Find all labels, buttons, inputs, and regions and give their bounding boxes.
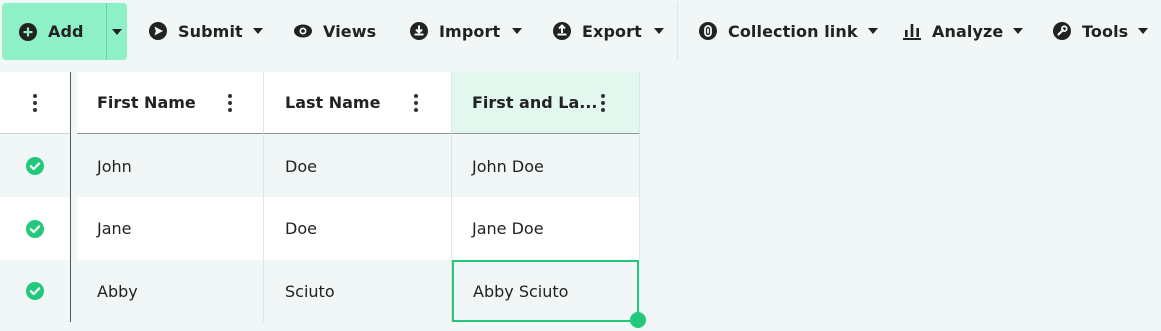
collection-link-label: Collection link [728,21,858,41]
check-circle-icon [25,156,45,176]
link-icon [698,21,718,41]
column-header-first-and-last[interactable]: First and La... [452,72,640,134]
chevron-down-icon [112,28,122,35]
toolbar: Add Submit Views Import Export Collectio… [0,0,1161,62]
check-circle-icon [25,219,45,239]
send-icon [148,21,168,41]
table-cell[interactable]: Doe [264,197,452,260]
column-header-label: First Name [97,93,196,112]
chevron-down-icon [653,28,664,34]
more-vertical-icon [33,93,37,112]
plus-circle-icon [18,22,38,42]
column-header-label: First and La... [472,93,598,112]
eye-icon [293,21,313,41]
more-vertical-icon[interactable] [601,93,605,112]
cell-value: Jane Doe [472,219,544,238]
views-button[interactable]: Views [293,15,376,47]
import-button[interactable]: Import [409,15,523,47]
row-status [0,135,70,197]
add-dropdown-button[interactable] [107,28,127,35]
chevron-down-icon [1013,28,1024,34]
cell-value: Doe [285,156,317,176]
chevron-down-icon [1138,28,1149,34]
export-icon [552,21,572,41]
fill-handle[interactable] [630,312,646,328]
tools-label: Tools [1082,21,1129,41]
table-cell[interactable]: Sciuto [264,260,452,322]
export-label: Export [582,21,642,41]
add-button[interactable]: Add [2,3,92,60]
table-cell[interactable]: Abby [77,260,264,322]
cell-value: John Doe [472,156,544,176]
check-circle-icon [25,281,45,301]
more-vertical-icon[interactable] [414,93,418,112]
cell-value: John [97,156,132,176]
add-button-group: Add [2,3,127,60]
column-header-last-name[interactable]: Last Name [264,72,452,134]
import-icon [409,21,429,41]
submit-label: Submit [178,21,243,41]
add-label: Add [48,22,84,41]
cell-value: Sciuto [285,281,335,301]
analyze-label: Analyze [932,21,1004,41]
row-menu-header[interactable] [0,72,70,134]
chevron-down-icon [252,28,263,34]
selected-cell[interactable]: Abby Sciuto [452,260,639,322]
table-cell[interactable]: Jane [77,197,264,260]
wrench-icon [1052,21,1072,41]
analyze-button[interactable]: Analyze [902,15,1024,47]
toolbar-divider [677,2,678,60]
table-cell[interactable]: John Doe [452,135,640,197]
table-cell[interactable]: John [77,135,264,197]
more-vertical-icon[interactable] [228,93,232,112]
cell-value: Jane [97,219,132,238]
column-header-first-name[interactable]: First Name [77,72,264,134]
bar-chart-icon [902,21,922,41]
column-header-label: Last Name [285,93,381,112]
submit-button[interactable]: Submit [148,15,263,47]
cell-value: Abby Sciuto [473,281,569,301]
table-cell[interactable]: Doe [264,135,452,197]
collection-link-button[interactable]: Collection link [698,15,878,47]
import-label: Import [439,21,501,41]
chevron-down-icon [867,28,878,34]
row-status [0,197,70,260]
chevron-down-icon [512,28,523,34]
row-status [0,260,70,322]
tools-button[interactable]: Tools [1052,15,1149,47]
cell-value: Abby [97,281,138,301]
views-label: Views [323,21,377,41]
cell-value: Doe [285,219,317,238]
export-button[interactable]: Export [552,15,664,47]
table-cell[interactable]: Jane Doe [452,197,640,260]
